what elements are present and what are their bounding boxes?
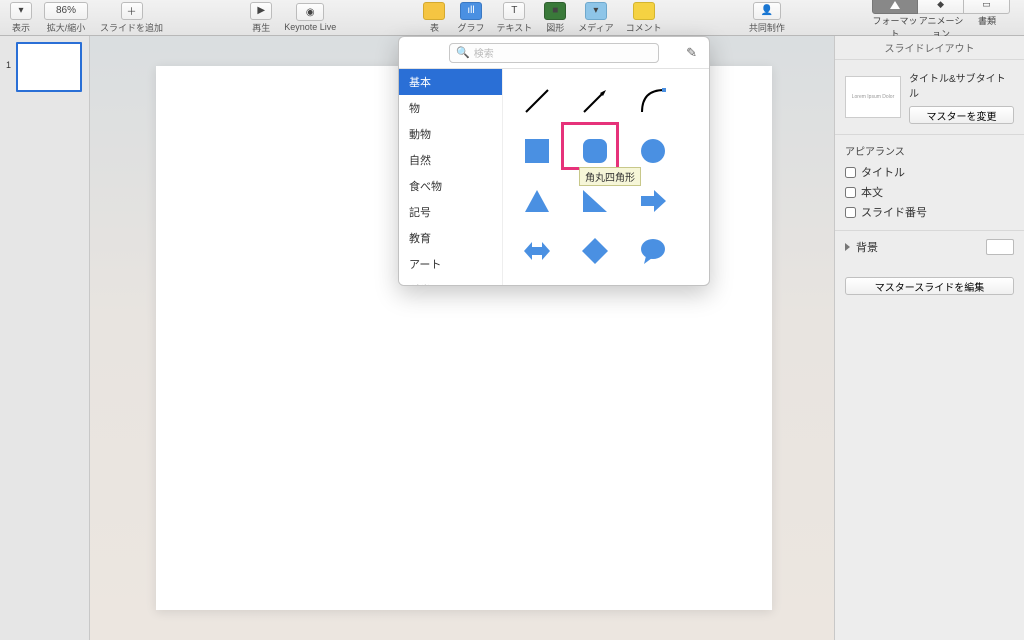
category-nature[interactable]: 自然: [399, 147, 502, 173]
body-checkbox[interactable]: [845, 187, 856, 198]
document-icon[interactable]: ▭: [964, 0, 1010, 14]
zoom-value: 86%: [44, 2, 88, 20]
collaborate-button[interactable]: 👤共同制作: [743, 0, 791, 36]
inspector-panel: スライドレイアウト Lorem Ipsum Dolor タイトル&サブタイトル …: [834, 36, 1024, 640]
background-label: 背景: [856, 239, 878, 255]
view-label: 表示: [12, 21, 30, 34]
shape-diamond[interactable]: [573, 229, 617, 273]
add-slide-button[interactable]: ＋ スライドを追加: [94, 0, 169, 36]
slidenum-checkbox-row[interactable]: スライド番号: [835, 202, 1024, 222]
slidenum-checkbox[interactable]: [845, 207, 856, 218]
view-button[interactable]: ▾ 表示: [4, 0, 38, 36]
background-row[interactable]: 背景: [835, 230, 1024, 263]
popover-header: 🔍 検索 ✎: [399, 37, 709, 69]
shape-empty1: [689, 79, 709, 123]
category-science[interactable]: 科学: [399, 277, 502, 285]
slide-number: 1: [6, 60, 16, 70]
shape-speech-bubble[interactable]: [631, 229, 675, 273]
zoom-button[interactable]: 86% 拡大/縮小: [38, 0, 94, 36]
shape-arrow-line[interactable]: [573, 79, 617, 123]
change-master-button[interactable]: マスターを変更: [909, 106, 1014, 124]
shape-star[interactable]: [631, 279, 675, 285]
shape-triangle[interactable]: [515, 179, 559, 223]
shape-empty4: [689, 229, 709, 273]
search-icon: 🔍: [456, 46, 470, 59]
view-icon: ▾: [10, 2, 32, 20]
master-section: Lorem Ipsum Dolor タイトル&サブタイトル マスターを変更: [835, 60, 1024, 135]
keynote-live-icon: ◉: [296, 3, 324, 21]
chart-button[interactable]: ıllグラフ: [451, 0, 490, 36]
keynote-live-label: Keynote Live: [284, 22, 336, 32]
shape-empty5: [689, 279, 709, 285]
table-icon: [423, 2, 445, 20]
background-swatch[interactable]: [986, 239, 1014, 255]
comment-button[interactable]: コメント: [620, 0, 668, 36]
plus-icon: ＋: [121, 2, 143, 20]
category-objects[interactable]: 物: [399, 95, 502, 121]
table-button[interactable]: 表: [417, 0, 451, 36]
shape-curve[interactable]: [631, 79, 675, 123]
shape-rounded-square[interactable]: 角丸四角形: [573, 129, 617, 173]
comment-icon: [633, 2, 655, 20]
category-education[interactable]: 教育: [399, 225, 502, 251]
zoom-label: 拡大/縮小: [47, 21, 86, 34]
shape-button[interactable]: ■図形: [538, 0, 572, 36]
shape-empty3: [689, 179, 709, 223]
shape-grid: 角丸四角形: [503, 69, 709, 285]
appearance-label: アピアランス: [835, 135, 1024, 162]
text-button[interactable]: Tテキスト: [490, 0, 538, 36]
disclosure-icon: [845, 243, 850, 251]
master-name: タイトル&サブタイトル: [909, 70, 1014, 100]
category-animals[interactable]: 動物: [399, 121, 502, 147]
category-basic[interactable]: 基本: [399, 69, 502, 95]
slide-navigator: 1: [0, 36, 90, 640]
shape-square[interactable]: [515, 129, 559, 173]
shape-tooltip: 角丸四角形: [579, 167, 641, 186]
play-icon: ▶: [250, 2, 272, 20]
play-label: 再生: [252, 21, 270, 34]
pen-icon[interactable]: ✎: [686, 45, 697, 61]
category-art[interactable]: アート: [399, 251, 502, 277]
category-food[interactable]: 食べ物: [399, 173, 502, 199]
edit-master-button[interactable]: マスタースライドを編集: [845, 277, 1014, 295]
add-slide-label: スライドを追加: [100, 21, 163, 34]
format-icon: [872, 0, 918, 14]
shape-double-arrow[interactable]: [515, 229, 559, 273]
shape-category-list: 基本 物 動物 自然 食べ物 記号 教育 アート 科学 人々 場所 活動: [399, 69, 503, 285]
inspector-title: スライドレイアウト: [835, 36, 1024, 60]
slide-thumbnail: [16, 42, 82, 92]
animate-icon[interactable]: ◆: [918, 0, 964, 14]
chart-icon: ıll: [460, 2, 482, 20]
shape-line[interactable]: [515, 79, 559, 123]
shape-pentagon[interactable]: [573, 279, 617, 285]
shape-empty2: [689, 129, 709, 173]
shape-popover: 🔍 検索 ✎ 基本 物 動物 自然 食べ物 記号 教育 アート 科学 人々 場所…: [398, 36, 710, 286]
media-button[interactable]: ▾メディア: [572, 0, 619, 36]
media-icon: ▾: [585, 2, 607, 20]
shape-search-input[interactable]: 🔍 検索: [449, 43, 659, 63]
shape-icon: ■: [544, 2, 566, 20]
body-checkbox-row[interactable]: 本文: [835, 182, 1024, 202]
master-thumbnail: Lorem Ipsum Dolor: [845, 76, 901, 118]
slide-thumb-1[interactable]: 1: [6, 42, 83, 92]
category-symbols[interactable]: 記号: [399, 199, 502, 225]
collaborate-icon: 👤: [753, 2, 781, 20]
toolbar: ▾ 表示 86% 拡大/縮小 ＋ スライドを追加 ▶ 再生 ◉ Keynote …: [0, 0, 1024, 36]
title-checkbox[interactable]: [845, 167, 856, 178]
shape-rounded-square-2[interactable]: [515, 279, 559, 285]
text-icon: T: [503, 2, 525, 20]
play-button[interactable]: ▶ 再生: [244, 0, 278, 36]
title-checkbox-row[interactable]: タイトル: [835, 162, 1024, 182]
keynote-live-button[interactable]: ◉ Keynote Live: [278, 1, 342, 34]
